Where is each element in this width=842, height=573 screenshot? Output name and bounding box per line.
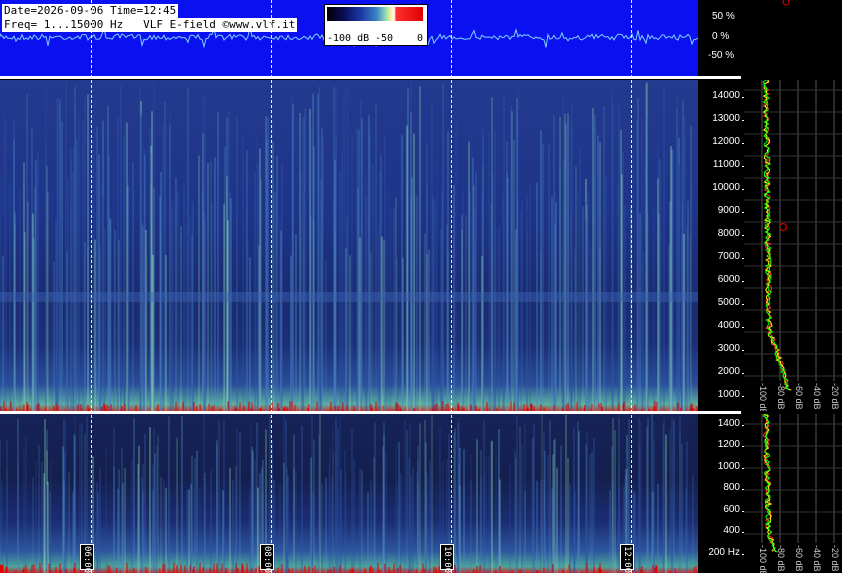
time-label: 10:00 bbox=[440, 544, 454, 573]
frequency-tick: 200 Hz bbox=[708, 546, 746, 558]
frequency-tick: 400 bbox=[723, 525, 746, 537]
spectrogram-low-band-streaks bbox=[0, 414, 697, 573]
status-markers-lower bbox=[779, 223, 787, 231]
status-ring-icon bbox=[782, 0, 790, 6]
status-ring-icon bbox=[779, 223, 787, 231]
frequency-tick: 2000 bbox=[717, 365, 747, 377]
db-tick: -60 dB bbox=[794, 383, 804, 410]
frequency-axis-lower: 1400 1200 1000 800 600 400 200 Hz bbox=[698, 414, 747, 573]
db-tick: -60 dB bbox=[794, 545, 804, 572]
frequency-tick: 1000 bbox=[717, 460, 747, 472]
status-markers bbox=[782, 0, 790, 6]
time-label: 08:00 bbox=[260, 544, 274, 573]
db-tick: -40 dB bbox=[812, 383, 822, 410]
db-tick: -40 dB bbox=[812, 545, 822, 572]
spectrum-profile-lower-traces: -100 dB -80 dB -60 dB -40 dB -20 dB bbox=[744, 414, 842, 573]
spectrum-profile-lower: -100 dB -80 dB -60 dB -40 dB -20 dB bbox=[744, 414, 842, 573]
frequency-tick: 1400 bbox=[717, 418, 747, 429]
db-tick: -80 dB bbox=[776, 545, 786, 572]
frequency-tick: 800 bbox=[723, 482, 746, 494]
time-label: 12:00 bbox=[620, 544, 634, 573]
spectrogram-low-band bbox=[0, 414, 698, 573]
time-label: 06:00 bbox=[80, 544, 94, 573]
db-tick: -20 dB bbox=[830, 383, 840, 410]
db-tick: -20 dB bbox=[830, 545, 840, 572]
db-tick: -100 dB bbox=[758, 545, 768, 573]
vlf-spectrogram-window: Date=2026-09-06 Time=12:45 Freq= 1...150… bbox=[0, 0, 842, 573]
frequency-tick: 1200 bbox=[717, 439, 747, 451]
frequency-tick: 14000 bbox=[712, 90, 746, 101]
db-tick: -80 dB bbox=[776, 383, 786, 410]
frequency-tick: 600 bbox=[723, 503, 746, 515]
frequency-tick: 1000 bbox=[717, 388, 747, 400]
db-tick: -100 dB bbox=[758, 383, 768, 411]
